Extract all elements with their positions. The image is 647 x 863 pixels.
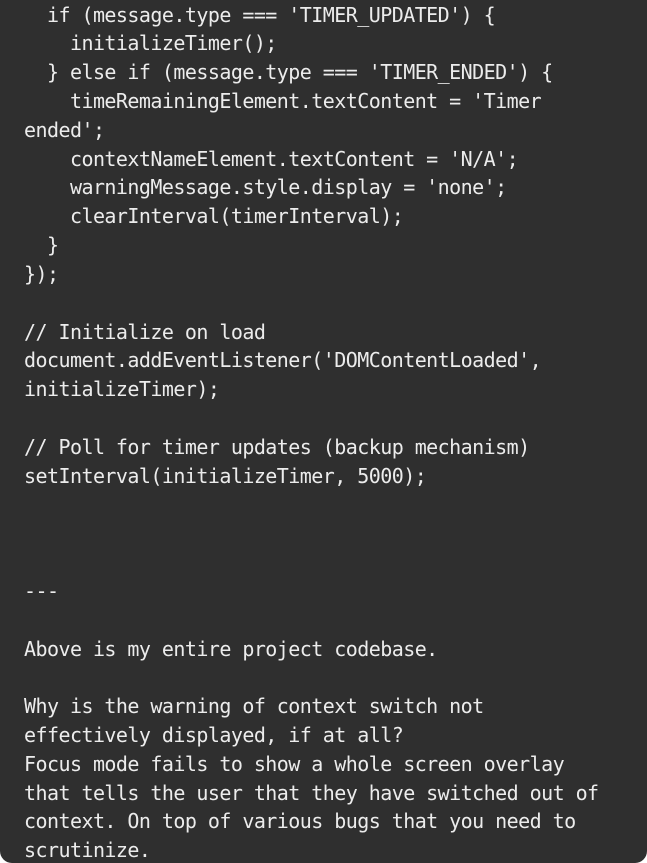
message-line: initializeTimer); (24, 377, 220, 402)
message-line: document.addEventListener('DOMContentLoa… (24, 348, 542, 373)
message-line: ended'; (24, 117, 105, 142)
message-line: setInterval(initializeTimer, 5000); (24, 463, 427, 488)
message-line: }); (24, 261, 59, 286)
message-line: that tells the user that they have switc… (24, 780, 599, 805)
message-line: } else if (message.type === 'TIMER_ENDED… (24, 60, 553, 85)
message-line: warningMessage.style.display = 'none'; (24, 175, 507, 200)
message-line: scrutinize. (24, 838, 151, 863)
message-line: if (message.type === 'TIMER_UPDATED') { (24, 2, 496, 27)
message-line: // Initialize on load (24, 319, 266, 344)
message-line: Focus mode fails to show a whole screen … (24, 751, 565, 776)
message-line: initializeTimer(); (24, 31, 277, 56)
chat-message-bubble: if (message.type === 'TIMER_UPDATED') { … (0, 0, 647, 863)
message-line: Above is my entire project codebase. (24, 636, 438, 661)
message-line: effectively displayed, if at all? (24, 723, 404, 747)
message-line: clearInterval(timerInterval); (24, 204, 404, 229)
message-line: // Poll for timer updates (backup mechan… (24, 434, 530, 459)
message-line: context. On top of various bugs that you… (24, 809, 576, 834)
message-line: } (24, 233, 59, 258)
message-line: --- (24, 578, 59, 603)
message-line: timeRemainingElement.textContent = 'Time… (24, 88, 542, 113)
message-line: Why is the warning of context switch not (24, 694, 484, 719)
message-line: contextNameElement.textContent = 'N/A'; (24, 146, 519, 171)
